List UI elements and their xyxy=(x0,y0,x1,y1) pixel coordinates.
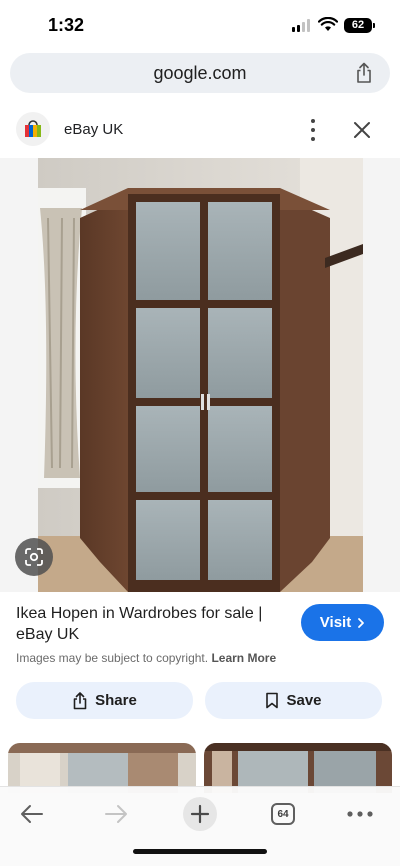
learn-more-link[interactable]: Learn More xyxy=(211,651,276,665)
share-icon xyxy=(73,691,87,709)
ebay-logo xyxy=(16,112,50,146)
result-image[interactable] xyxy=(0,158,400,592)
share-label: Share xyxy=(95,692,137,709)
close-icon[interactable] xyxy=(352,120,372,140)
more-vert-icon[interactable] xyxy=(306,119,320,141)
google-lens-icon[interactable] xyxy=(15,538,53,576)
visit-button[interactable]: Visit xyxy=(301,604,384,641)
share-icon[interactable] xyxy=(354,62,374,84)
battery-indicator: 62 xyxy=(344,18,375,33)
site-name[interactable]: eBay UK xyxy=(64,121,123,138)
forward-arrow-icon[interactable] xyxy=(99,797,133,831)
tab-count: 64 xyxy=(271,803,295,825)
back-arrow-icon[interactable] xyxy=(15,797,49,831)
visit-label: Visit xyxy=(319,614,352,631)
chevron-right-icon xyxy=(358,617,365,628)
address-bar[interactable]: google.com xyxy=(10,53,390,93)
plus-icon[interactable] xyxy=(183,797,217,831)
home-indicator[interactable] xyxy=(133,849,267,854)
share-button[interactable]: Share xyxy=(16,682,193,719)
more-horiz-icon[interactable] xyxy=(343,797,377,831)
copyright-text: Images may be subject to copyright. xyxy=(16,651,209,665)
status-time: 1:32 xyxy=(48,15,85,35)
tabs-icon[interactable]: 64 xyxy=(266,797,300,831)
save-label: Save xyxy=(286,692,322,709)
url-text[interactable]: google.com xyxy=(10,63,390,84)
save-button[interactable]: Save xyxy=(205,682,382,719)
wifi-icon xyxy=(318,17,338,31)
result-header: eBay UK xyxy=(0,104,400,154)
result-title[interactable]: Ikea Hopen in Wardrobes for sale | eBay … xyxy=(16,603,296,645)
browser-toolbar: 64 xyxy=(0,786,400,866)
cellular-signal-icon xyxy=(292,19,310,32)
browser-page: 1:32 62 google.com eBay UK Ikea Hopen in… xyxy=(0,0,400,866)
copyright-notice: Images may be subject to copyright. Lear… xyxy=(16,651,276,665)
wardrobe-photo xyxy=(38,158,363,592)
status-bar: 1:32 62 xyxy=(0,0,400,50)
bookmark-icon xyxy=(266,692,279,709)
